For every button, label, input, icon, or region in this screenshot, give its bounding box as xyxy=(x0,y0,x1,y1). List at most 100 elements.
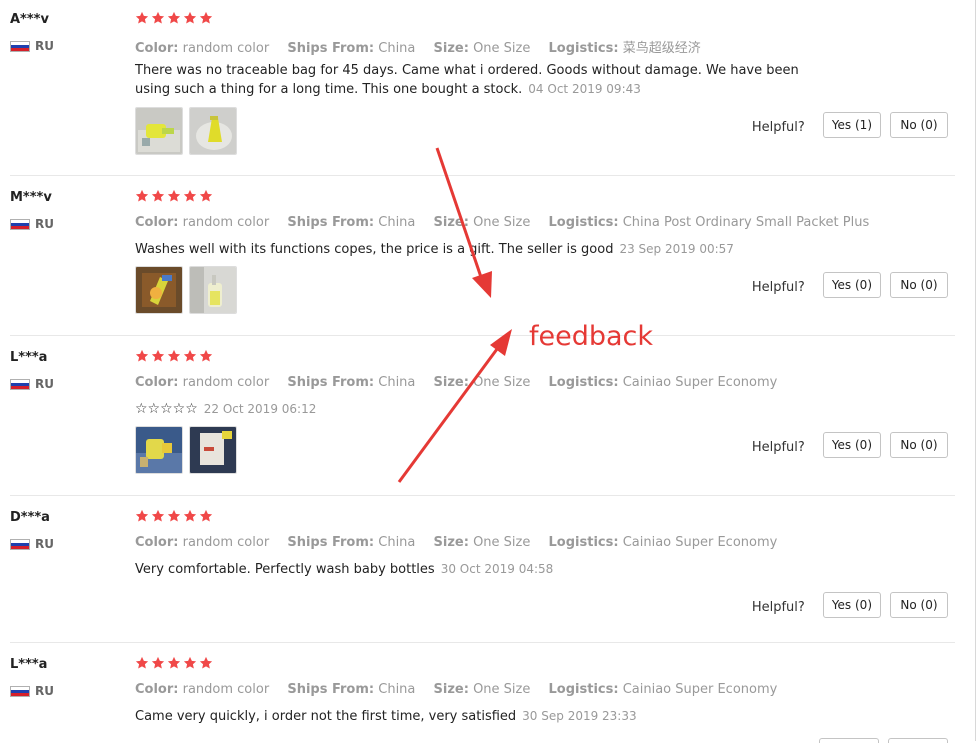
star-rating xyxy=(135,509,213,523)
size-value: One Size xyxy=(473,535,531,550)
russia-flag-icon xyxy=(10,538,30,550)
review-photo-thumbnail[interactable] xyxy=(189,266,237,314)
review-date: 04 Oct 2019 09:43 xyxy=(528,82,641,96)
review-item: D***a RU Color: random color Ships From:… xyxy=(0,498,978,643)
star-icon xyxy=(135,11,149,25)
reviewer-name: D***a xyxy=(10,510,50,525)
order-properties: Color: random color Ships From: China Si… xyxy=(135,682,791,697)
review-photo-thumbnail[interactable] xyxy=(135,426,183,474)
ships-from-label: Ships From: xyxy=(287,41,375,56)
star-icon xyxy=(199,656,213,670)
review-text: There was no traceable bag for 45 days. … xyxy=(135,62,835,99)
country-code: RU xyxy=(35,684,54,698)
size-value: One Size xyxy=(473,215,531,230)
size-value: One Size xyxy=(473,682,531,697)
color-label: Color: xyxy=(135,682,179,697)
star-rating xyxy=(135,349,213,363)
helpful-no-button[interactable]: No (0) xyxy=(890,112,948,138)
helpful-vote: Helpful? Yes (0) No (0) xyxy=(752,272,948,298)
review-date: 30 Sep 2019 23:33 xyxy=(522,709,637,723)
color-value: random color xyxy=(182,682,270,697)
helpful-yes-button[interactable]: Yes (0) xyxy=(822,592,881,618)
size-label: Size: xyxy=(433,375,469,390)
logistics-label: Logistics: xyxy=(548,535,619,550)
helpful-yes-button[interactable]: Yes (0) xyxy=(822,432,881,458)
review-divider xyxy=(10,495,955,496)
helpful-yes-button[interactable]: Yes (0) xyxy=(822,272,881,298)
helpful-no-button[interactable]: No (0) xyxy=(890,592,948,618)
reviewer-country: RU xyxy=(10,684,54,698)
star-icon xyxy=(151,349,165,363)
helpful-vote: Helpful? Yes (0) No (0) xyxy=(752,432,948,458)
review-body: Washes well with its functions copes, th… xyxy=(135,242,614,257)
ships-from-value: China xyxy=(378,215,416,230)
country-code: RU xyxy=(35,377,54,391)
helpful-vote: Helpful? Yes (0) No (0) xyxy=(752,592,948,618)
review-photo-thumbnail[interactable] xyxy=(135,266,183,314)
logistics-value: 菜鸟超级经济 xyxy=(622,41,701,56)
size-value: One Size xyxy=(473,41,531,56)
review-photo-thumbnail[interactable] xyxy=(189,426,237,474)
logistics-label: Logistics: xyxy=(548,682,619,697)
review-date: 30 Oct 2019 04:58 xyxy=(440,562,554,576)
review-body: Very comfortable. Perfectly wash baby bo… xyxy=(135,562,435,577)
color-value: random color xyxy=(182,215,270,230)
size-label: Size: xyxy=(433,215,469,230)
order-properties: Color: random color Ships From: China Si… xyxy=(135,375,791,390)
helpful-no-button[interactable]: No (0) xyxy=(890,272,948,298)
star-icon xyxy=(135,189,149,203)
ships-from-value: China xyxy=(378,41,416,56)
star-icon xyxy=(151,509,165,523)
star-icon xyxy=(135,349,149,363)
star-icon xyxy=(167,349,181,363)
star-rating xyxy=(135,11,213,25)
review-photo-thumbnail[interactable] xyxy=(135,107,183,155)
order-properties: Color: random color Ships From: China Si… xyxy=(135,535,791,550)
star-icon xyxy=(135,509,149,523)
logistics-label: Logistics: xyxy=(548,375,619,390)
color-value: random color xyxy=(182,375,270,390)
star-icon xyxy=(151,11,165,25)
star-icon xyxy=(183,349,197,363)
star-icon xyxy=(167,189,181,203)
color-label: Color: xyxy=(135,375,179,390)
russia-flag-icon xyxy=(10,218,30,230)
review-text: Washes well with its functions copes, th… xyxy=(135,240,835,259)
review-item: L***a RU Color: random color Ships From:… xyxy=(0,645,978,743)
helpful-label: Helpful? xyxy=(751,439,805,455)
reviewer-name: L***a xyxy=(10,350,48,365)
size-label: Size: xyxy=(433,41,469,56)
logistics-label: Logistics: xyxy=(548,215,619,230)
russia-flag-icon xyxy=(10,685,30,697)
review-date: 23 Sep 2019 00:57 xyxy=(619,242,734,256)
helpful-label: Helpful? xyxy=(751,119,805,135)
size-value: One Size xyxy=(473,375,531,390)
review-divider xyxy=(10,642,955,643)
helpful-label: Helpful? xyxy=(751,599,805,615)
review-text: Came very quickly, i order not the first… xyxy=(135,707,835,726)
feedback-annotation: feedback xyxy=(529,321,654,352)
review-photos xyxy=(135,426,237,474)
logistics-value: Cainiao Super Economy xyxy=(622,375,778,390)
helpful-yes-button[interactable]: Yes (1) xyxy=(822,112,881,138)
russia-flag-icon xyxy=(10,378,30,390)
review-photos xyxy=(135,107,237,155)
reviewer-country: RU xyxy=(10,217,54,231)
helpful-no-button[interactable]: No (0) xyxy=(890,432,948,458)
ships-from-label: Ships From: xyxy=(287,375,375,390)
helpful-label: Helpful? xyxy=(751,279,805,295)
review-divider xyxy=(10,335,955,336)
country-code: RU xyxy=(35,217,54,231)
star-icon xyxy=(167,11,181,25)
review-photo-thumbnail[interactable] xyxy=(189,107,237,155)
star-icon xyxy=(167,509,181,523)
color-label: Color: xyxy=(135,535,179,550)
reviewer-country: RU xyxy=(10,39,54,53)
russia-flag-icon xyxy=(10,40,30,52)
reviewer-name: A***v xyxy=(10,12,49,27)
color-value: random color xyxy=(182,41,270,56)
star-icon xyxy=(183,656,197,670)
ships-from-label: Ships From: xyxy=(287,215,375,230)
color-label: Color: xyxy=(135,215,179,230)
ships-from-value: China xyxy=(378,682,416,697)
